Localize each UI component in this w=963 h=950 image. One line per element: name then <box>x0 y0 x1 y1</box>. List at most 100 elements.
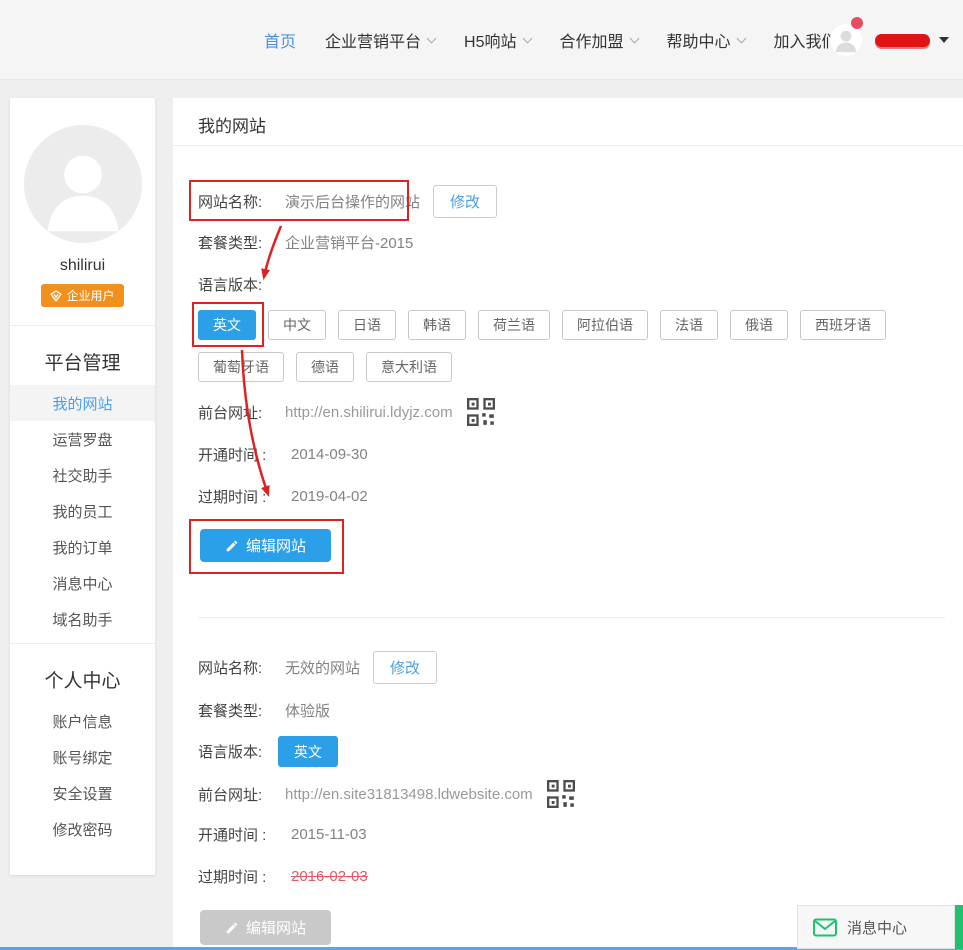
site2-language-row: 语言版本: 英文 <box>198 736 338 767</box>
notification-dot <box>851 17 863 29</box>
open-time-label: 开通时间 : <box>198 824 272 845</box>
site1-language-row-2: 葡萄牙语 德语 意大利语 <box>198 352 452 382</box>
language-button-french[interactable]: 法语 <box>660 310 718 340</box>
nav-links: 首页 企业营销平台 H5响站 合作加盟 帮助中心 加入我们 <box>264 0 838 80</box>
username-redaction-scribble <box>875 34 930 47</box>
message-center-widget[interactable]: 消息中心 <box>797 905 955 949</box>
site1-open-time-row: 开通时间 : 2014-09-30 <box>198 440 368 468</box>
site-url-value: http://en.site31813498.ldwebsite.com <box>285 786 533 803</box>
nav-item-join-us[interactable]: 加入我们 <box>774 28 838 52</box>
site-name-label: 网站名称: <box>198 657 266 678</box>
nav-item-label: 合作加盟 <box>560 28 624 52</box>
chevron-down-icon <box>629 33 639 43</box>
nav-item-help-center[interactable]: 帮助中心 <box>667 28 745 52</box>
language-button-japanese[interactable]: 日语 <box>338 310 396 340</box>
edit-site-label: 编辑网站 <box>246 917 306 938</box>
nav-item-home[interactable]: 首页 <box>264 28 296 52</box>
language-label: 语言版本: <box>198 274 266 295</box>
qr-code-icon[interactable] <box>547 780 575 808</box>
enterprise-user-badge: 企业用户 <box>41 284 123 307</box>
site2-expire-time-row: 过期时间 : 2016-02-03 <box>198 862 368 890</box>
site1-name-row: 网站名称: 演示后台操作的网站 修改 <box>198 184 497 218</box>
site2-name-row: 网站名称: 无效的网站 修改 <box>198 650 437 684</box>
envelope-icon <box>813 918 837 937</box>
site2-package-row: 套餐类型: 体验版 <box>198 696 330 724</box>
sidebar-item-domain-assistant[interactable]: 域名助手 <box>10 601 155 637</box>
site-name-value: 无效的网站 <box>285 657 360 678</box>
site-url-value: http://en.shilirui.ldyjz.com <box>285 404 453 421</box>
sidebar-item-label: 账户信息 <box>52 711 112 732</box>
language-button-chinese[interactable]: 中文 <box>268 310 326 340</box>
sidebar-item-label: 我的网站 <box>52 393 112 414</box>
sidebar-item-label: 我的员工 <box>52 501 112 522</box>
edit-site-label: 编辑网站 <box>246 535 306 556</box>
site1-language-label-row: 语言版本: <box>198 270 266 298</box>
sidebar-item-account-binding[interactable]: 账号绑定 <box>10 739 155 775</box>
language-button-italian[interactable]: 意大利语 <box>366 352 452 382</box>
sidebar-item-change-password[interactable]: 修改密码 <box>10 811 155 847</box>
nav-item-cooperation[interactable]: 合作加盟 <box>560 28 638 52</box>
package-label: 套餐类型: <box>198 700 266 721</box>
expire-time-label: 过期时间 : <box>198 866 272 887</box>
site-name-value: 演示后台操作的网站 <box>285 191 420 212</box>
sidebar-item-security-settings[interactable]: 安全设置 <box>10 775 155 811</box>
site1-url-row: 前台网址: http://en.shilirui.ldyjz.com <box>198 396 495 428</box>
badge-label: 企业用户 <box>66 287 114 304</box>
top-navbar: 首页 企业营销平台 H5响站 合作加盟 帮助中心 加入我们 <box>0 0 963 80</box>
sidebar-item-my-staff[interactable]: 我的员工 <box>10 493 155 529</box>
nav-item-h5-site[interactable]: H5响站 <box>464 28 530 52</box>
person-silhouette-icon <box>24 125 142 243</box>
qr-code-icon[interactable] <box>467 398 495 426</box>
avatar[interactable] <box>830 24 862 56</box>
user-menu[interactable] <box>830 0 949 80</box>
open-time-label: 开通时间 : <box>198 444 272 465</box>
expire-time-label: 过期时间 : <box>198 486 272 507</box>
page-title: 我的网站 <box>198 112 266 137</box>
sidebar: shilirui 企业用户 平台管理 我的网站 运营罗盘 社交助手 我的员工 我… <box>10 98 155 875</box>
modify-site-name-button[interactable]: 修改 <box>373 651 437 684</box>
language-button-dutch[interactable]: 荷兰语 <box>478 310 550 340</box>
sidebar-item-message-center[interactable]: 消息中心 <box>10 565 155 601</box>
chevron-down-icon <box>736 33 746 43</box>
language-button-russian[interactable]: 俄语 <box>730 310 788 340</box>
url-label: 前台网址: <box>198 784 266 805</box>
nav-item-label: 企业营销平台 <box>325 28 421 52</box>
language-button-korean[interactable]: 韩语 <box>408 310 466 340</box>
language-button-english[interactable]: 英文 <box>198 310 256 340</box>
site2-open-time-row: 开通时间 : 2015-11-03 <box>198 820 367 848</box>
section-divider <box>198 617 945 618</box>
sidebar-item-label: 域名助手 <box>52 609 112 630</box>
edit-site-button-disabled: 编辑网站 <box>200 910 331 945</box>
sidebar-item-social-assistant[interactable]: 社交助手 <box>10 457 155 493</box>
expire-time-value: 2019-04-02 <box>291 488 368 505</box>
avatar <box>24 125 142 243</box>
chevron-down-icon <box>427 33 437 43</box>
sidebar-item-label: 社交助手 <box>52 465 112 486</box>
nav-item-label: 加入我们 <box>774 28 838 52</box>
site1-package-row: 套餐类型: 企业营销平台-2015 <box>198 228 413 256</box>
package-value: 体验版 <box>285 700 330 721</box>
sidebar-item-my-websites[interactable]: 我的网站 <box>10 385 155 421</box>
modify-site-name-button[interactable]: 修改 <box>433 185 497 218</box>
nav-item-marketing-platform[interactable]: 企业营销平台 <box>325 28 435 52</box>
package-value: 企业营销平台-2015 <box>285 232 413 253</box>
site-name-label: 网站名称: <box>198 191 266 212</box>
sidebar-item-label: 修改密码 <box>52 819 112 840</box>
language-button-spanish[interactable]: 西班牙语 <box>800 310 886 340</box>
sidebar-item-operation-compass[interactable]: 运营罗盘 <box>10 421 155 457</box>
pencil-icon <box>225 539 239 553</box>
sidebar-item-my-orders[interactable]: 我的订单 <box>10 529 155 565</box>
language-button-german[interactable]: 德语 <box>296 352 354 382</box>
sidebar-section-personal: 个人中心 <box>10 644 155 703</box>
language-button-english[interactable]: 英文 <box>278 736 338 767</box>
chevron-down-icon <box>522 33 532 43</box>
edit-site-button[interactable]: 编辑网站 <box>200 529 331 562</box>
language-label: 语言版本: <box>198 741 266 762</box>
language-button-portuguese[interactable]: 葡萄牙语 <box>198 352 284 382</box>
sidebar-item-label: 运营罗盘 <box>52 429 112 450</box>
message-center-label: 消息中心 <box>847 917 907 938</box>
language-button-arabic[interactable]: 阿拉伯语 <box>562 310 648 340</box>
sidebar-item-account-info[interactable]: 账户信息 <box>10 703 155 739</box>
nav-item-label: 首页 <box>264 28 296 52</box>
sidebar-item-label: 我的订单 <box>52 537 112 558</box>
